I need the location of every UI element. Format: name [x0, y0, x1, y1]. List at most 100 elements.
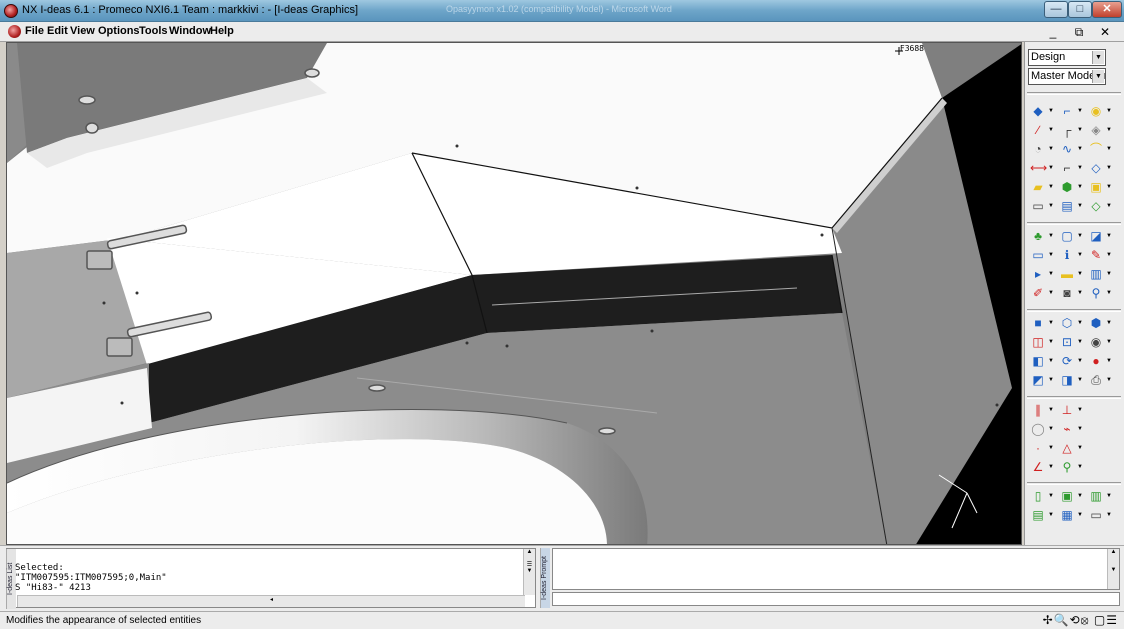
dropdown-arrow-icon[interactable]: ▼ — [1048, 377, 1054, 383]
part-icon[interactable]: ◆ ▼ — [1030, 104, 1054, 119]
dropdown-arrow-icon[interactable]: ▼ — [1106, 493, 1112, 499]
dropdown-arrow-icon[interactable]: ▼ — [1048, 252, 1054, 258]
dropdown-arrow-icon[interactable]: ▼ — [1077, 108, 1083, 114]
database-icon[interactable]: ▥ ▼ — [1088, 267, 1112, 282]
dropdown-arrow-icon[interactable]: ▼ — [1048, 271, 1054, 277]
prompt-window[interactable]: I-deas Prompt ▲ ▼ — [540, 548, 1120, 608]
menu-tools[interactable]: Tools — [139, 25, 168, 37]
sketch-icon[interactable]: ⌐ ▼ — [1059, 104, 1082, 119]
pattern-icon[interactable]: ▤ ▼ — [1059, 199, 1083, 214]
arrows-icon[interactable]: ▸ ▼ — [1030, 267, 1054, 282]
hierarchy-icon[interactable]: ⚲ ▼ — [1088, 286, 1112, 301]
dropdown-arrow-icon[interactable]: ▼ — [1077, 271, 1083, 277]
list-hscrollbar[interactable]: ◂ — [17, 595, 525, 607]
side-view-icon[interactable]: ◨ ▼ — [1059, 373, 1083, 388]
green-beam-icon[interactable]: ▤ ▼ — [1030, 508, 1054, 523]
prompt-input[interactable] — [552, 592, 1120, 606]
eraser-icon[interactable]: ✐ ▼ — [1030, 286, 1054, 301]
surface-icon[interactable]: ◈ ▼ — [1088, 123, 1112, 138]
dropdown-arrow-icon[interactable]: ▼ — [1106, 320, 1112, 326]
constraint-circle-icon[interactable]: ◯ ▼ — [1030, 422, 1054, 437]
constraint-fix-icon[interactable]: ⚲ ▼ — [1059, 460, 1083, 475]
dropdown-arrow-icon[interactable]: ▼ — [1077, 426, 1083, 432]
status-icons[interactable]: ✢🔍⟲⦻ ▢☰ — [1043, 613, 1118, 628]
dropdown-arrow-icon[interactable]: ▼ — [1048, 165, 1054, 171]
boolean-icon[interactable]: ◇ ▼ — [1088, 199, 1112, 214]
mdi-minimize-button[interactable]: _ — [1042, 25, 1064, 40]
dropdown-arrow-icon[interactable]: ▼ — [1106, 165, 1112, 171]
dropdown-arrow-icon[interactable]: ▼ — [1077, 464, 1083, 470]
constraint-angle-icon[interactable]: ∠ ▼ — [1030, 460, 1054, 475]
constraint-triangle-icon[interactable]: △ ▼ — [1059, 441, 1083, 456]
menu-options[interactable]: Options — [98, 25, 140, 37]
menu-help[interactable]: Help — [210, 25, 234, 37]
green-split-icon[interactable]: ▥ ▼ — [1088, 489, 1112, 504]
prompt-scrollbar[interactable]: ▲ ▼ — [1107, 549, 1119, 589]
menu-edit[interactable]: Edit — [47, 25, 68, 37]
eye-icon[interactable]: ◉ ▼ — [1088, 335, 1112, 350]
dropdown-arrow-icon[interactable]: ▼ — [1106, 233, 1112, 239]
dropdown-arrow-icon[interactable]: ▼ — [1077, 320, 1083, 326]
dropdown-arrow-icon[interactable]: ▼ — [1048, 184, 1054, 190]
list-window[interactable]: I-deas List Selected: "ITM007595:ITM0075… — [6, 548, 536, 609]
dropdown-arrow-icon[interactable]: ▼ — [1048, 233, 1054, 239]
loft-icon[interactable]: ◇ ▼ — [1088, 161, 1112, 176]
constraint-perp-icon[interactable]: ⊥ ▼ — [1059, 403, 1083, 418]
dropdown-arrow-icon[interactable]: ▼ — [1077, 493, 1083, 499]
dropdown-arrow-icon[interactable]: ▼ — [1077, 146, 1083, 152]
flat-icon[interactable]: ▭ ▼ — [1088, 508, 1112, 523]
rotate-view-icon[interactable]: ⟳ ▼ — [1059, 354, 1083, 369]
feature-icon[interactable]: ▣ ▼ — [1088, 180, 1112, 195]
dropdown-arrow-icon[interactable]: ▼ — [1048, 493, 1054, 499]
menu-file[interactable]: File — [25, 25, 44, 37]
box-view-icon[interactable]: ⬡ ▼ — [1059, 316, 1083, 331]
menu-view[interactable]: View — [70, 25, 95, 37]
dropdown-arrow-icon[interactable]: ▼ — [1077, 127, 1083, 133]
dropdown-arrow-icon[interactable]: ▼ — [1077, 358, 1083, 364]
dropdown-arrow-icon[interactable]: ▼ — [1106, 290, 1112, 296]
dropdown-arrow-icon[interactable]: ▼ — [1106, 184, 1112, 190]
front-view-icon[interactable]: ◧ ▼ — [1030, 354, 1054, 369]
zoom-icon[interactable]: ◫ ▼ — [1030, 335, 1054, 350]
assembly-icon[interactable]: ♣ ▼ — [1030, 229, 1054, 244]
sweep-icon[interactable]: ⌒ ▼ — [1088, 142, 1112, 157]
dropdown-arrow-icon[interactable]: ▼ — [1077, 377, 1083, 383]
document-icon[interactable] — [8, 25, 21, 38]
dropdown-arrow-icon[interactable]: ▼ — [1077, 184, 1083, 190]
maximize-button[interactable]: □ — [1068, 1, 1092, 18]
graphics-viewport[interactable]: F3688 — [6, 42, 1022, 545]
extrude-icon[interactable]: ▰ ▼ — [1030, 180, 1054, 195]
minimize-button[interactable]: — — [1044, 1, 1068, 18]
dropdown-arrow-icon[interactable]: ▼ — [1106, 252, 1112, 258]
dropdown-arrow-icon[interactable]: ▼ — [1077, 512, 1083, 518]
green-assembly-icon[interactable]: ▣ ▼ — [1059, 489, 1083, 504]
shade-icon[interactable]: ■ ▼ — [1030, 316, 1054, 331]
dropdown-arrow-icon[interactable]: ▼ — [1077, 407, 1083, 413]
fillet-curve-icon[interactable]: ┌ ▼ — [1059, 123, 1083, 138]
corner-icon[interactable]: ⌐ ▼ — [1059, 161, 1082, 176]
place-icon[interactable]: ▢ ▼ — [1059, 229, 1083, 244]
dropdown-arrow-icon[interactable]: ▼ — [1106, 358, 1112, 364]
circle-icon[interactable]: ◔ ▼ — [1030, 142, 1054, 157]
measure-icon[interactable]: ▬ ▼ — [1059, 267, 1083, 282]
rectangle-icon[interactable]: ▭ ▼ — [1030, 199, 1054, 214]
constraint-tangent-icon[interactable]: ⌁ ▼ — [1059, 422, 1083, 437]
shell-icon[interactable]: ◉ ▼ — [1088, 104, 1112, 119]
line-icon[interactable]: ∕ ▼ — [1030, 123, 1054, 138]
menu-window[interactable]: Window — [169, 25, 211, 37]
dropdown-arrow-icon[interactable]: ▼ — [1106, 127, 1112, 133]
fit-icon[interactable]: ⊡ ▼ — [1059, 335, 1083, 350]
dropdown-arrow-icon[interactable]: ▼ — [1106, 108, 1112, 114]
constraint-coincident-icon[interactable]: · ▼ — [1030, 441, 1054, 456]
revolve-icon[interactable]: ⬢ ▼ — [1059, 180, 1083, 195]
dropdown-arrow-icon[interactable]: ▼ — [1077, 233, 1083, 239]
dropdown-arrow-icon[interactable]: ▼ — [1077, 252, 1083, 258]
dropdown-arrow-icon[interactable]: ▼ — [1106, 377, 1112, 383]
dropdown-arrow-icon[interactable]: ▼ — [1048, 203, 1054, 209]
window-icon[interactable]: ◙ ▼ — [1059, 286, 1083, 301]
frame-icon[interactable]: ▭ ▼ — [1030, 248, 1054, 263]
print-icon[interactable]: ⎙ ▼ — [1088, 373, 1112, 388]
dropdown-arrow-icon[interactable]: ▼ — [1106, 512, 1112, 518]
dropdown-arrow-icon[interactable]: ▼ — [1048, 290, 1054, 296]
dropdown-arrow-icon[interactable]: ▼ — [1048, 127, 1054, 133]
